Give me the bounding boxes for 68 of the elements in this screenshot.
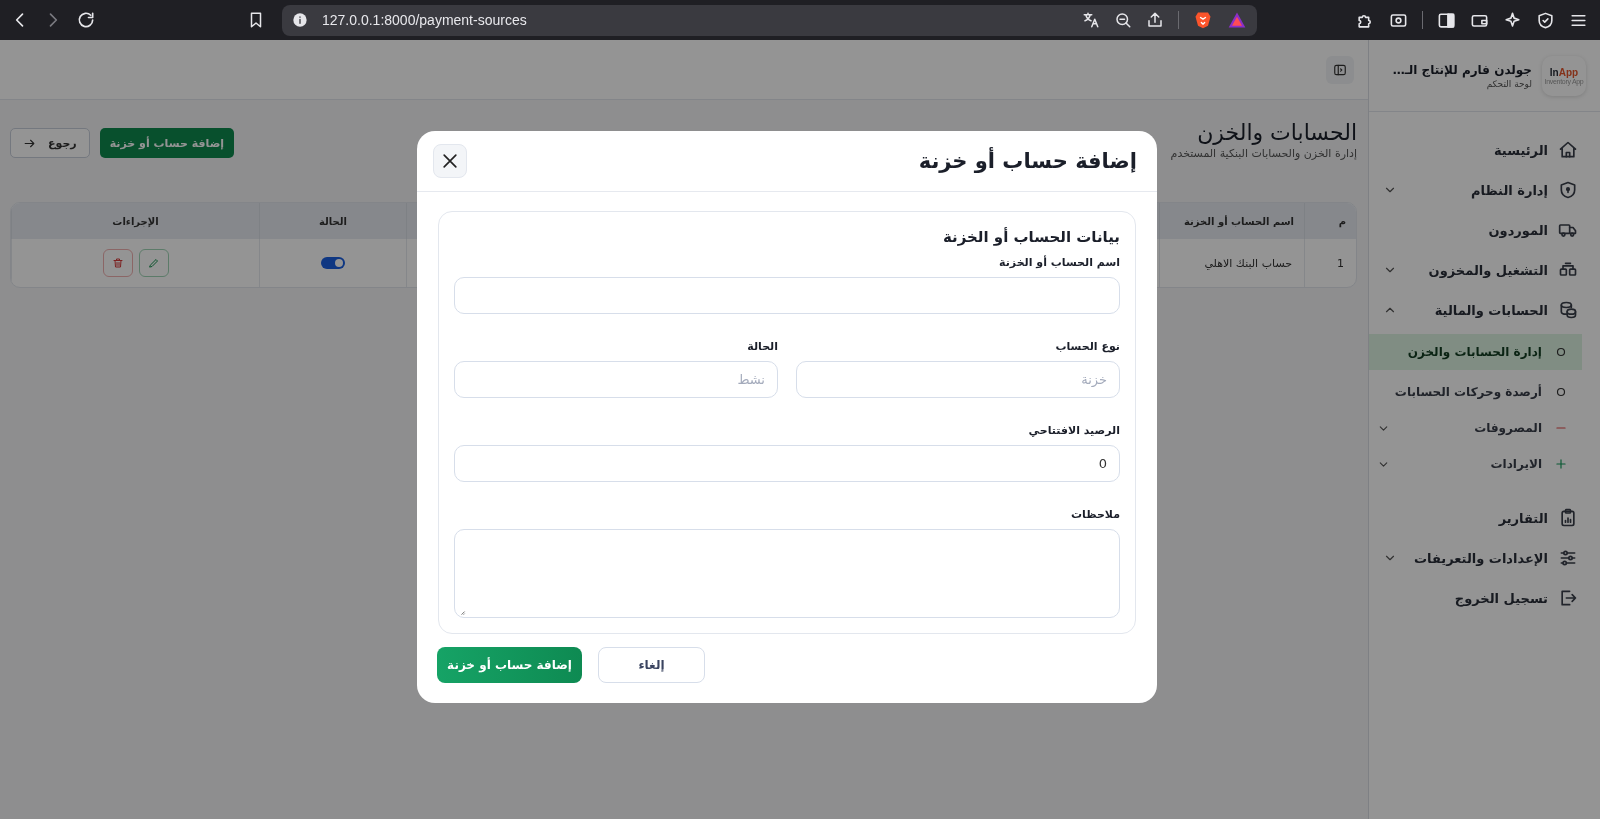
- translate-icon[interactable]: [1082, 11, 1100, 29]
- table-cell: 1: [1304, 239, 1356, 287]
- trash-icon: [111, 257, 124, 269]
- column-header: الإجراءات: [11, 203, 259, 239]
- triangle-icon[interactable]: [1227, 10, 1247, 30]
- nav-subitem[interactable]: إدارة الحسابات والخزن: [1369, 334, 1582, 370]
- circle-icon: [1554, 385, 1568, 399]
- add-account-button[interactable]: إضافة حساب أو خزنة: [99, 128, 235, 158]
- input-field[interactable]: نشط: [454, 361, 778, 398]
- circle-icon: [1554, 345, 1568, 359]
- sidebar-toggle-button[interactable]: [1326, 55, 1354, 84]
- table-cell: حساب البنك الاهلي: [1159, 239, 1304, 287]
- zoom-out-icon[interactable]: [1114, 11, 1132, 29]
- nav-item[interactable]: الحسابات والمالية: [1369, 290, 1600, 330]
- field-label: اسم الحساب أو الخزنة: [998, 256, 1120, 269]
- column-header: م: [1304, 203, 1356, 239]
- field-label: الحالة: [746, 340, 778, 353]
- nav-item[interactable]: التقارير: [1369, 498, 1600, 538]
- shield-icon[interactable]: [1536, 10, 1555, 30]
- sparkle-icon[interactable]: [1503, 10, 1522, 30]
- logo-text: App: [1558, 66, 1579, 78]
- nav-item[interactable]: تسجيل الخروج: [1369, 578, 1600, 618]
- status-toggle[interactable]: [321, 257, 345, 269]
- clipboard-icon: [1558, 508, 1578, 528]
- nav-subitem[interactable]: الايرادات: [1369, 446, 1582, 482]
- share-icon[interactable]: [1146, 11, 1164, 29]
- nav-item[interactable]: الإعدادات والتعريفات: [1369, 538, 1600, 578]
- logo-text: In: [1549, 66, 1559, 78]
- column-header: اسم الحساب أو الخزنة: [1159, 203, 1304, 239]
- back-button[interactable]: رجوع: [10, 128, 90, 158]
- notes-field[interactable]: [454, 529, 1120, 618]
- sliders-icon: [1558, 548, 1578, 568]
- field-label: ملاحظات: [1070, 508, 1120, 521]
- input-field[interactable]: [454, 277, 1120, 314]
- nav-subitem[interactable]: المصروفات: [1369, 410, 1582, 446]
- close-icon: [440, 151, 460, 171]
- sidebar-toggle-icon: [1333, 62, 1347, 77]
- page-subtitle: إدارة الخزن والحسابات البنكية المستخدم: [1170, 147, 1357, 160]
- nav-item[interactable]: إدارة النظام: [1369, 170, 1600, 210]
- info-icon: [292, 12, 308, 28]
- plus-icon: [1554, 457, 1568, 471]
- field-label: الرصيد الافتتاحي: [1027, 424, 1120, 437]
- column-header: الحالة: [259, 203, 406, 239]
- input-field[interactable]: خزنة: [796, 361, 1120, 398]
- input-field[interactable]: 0: [454, 445, 1120, 482]
- nav-subitem[interactable]: أرصدة وحركات الحسابات: [1369, 374, 1582, 410]
- dialog-title: إضافة حساب أو خزنة: [918, 149, 1137, 173]
- nav-item[interactable]: الموردون: [1369, 210, 1600, 250]
- close-button[interactable]: [433, 144, 467, 178]
- field-label: نوع الحساب: [1054, 340, 1120, 353]
- nav-item[interactable]: الرئيسية: [1369, 130, 1600, 170]
- company-name: جولدن فارم للإنتاج الـ…: [1392, 62, 1532, 77]
- page-title: الحسابات والخزن: [1196, 120, 1357, 145]
- dashboard-subtitle: لوحة التحكم: [1485, 78, 1532, 89]
- home-icon: [1558, 140, 1578, 160]
- cancel-button[interactable]: إلغاء: [598, 647, 705, 683]
- shield-icon: [1558, 180, 1578, 200]
- sidebar-panel-icon[interactable]: [1437, 10, 1456, 30]
- nav-item[interactable]: التشغيل والمخزون: [1369, 250, 1600, 290]
- submit-button[interactable]: إضافة حساب أو خزنة: [437, 647, 582, 683]
- pencil-icon: [147, 257, 160, 269]
- section-title: بيانات الحساب أو الخزنة: [941, 228, 1120, 246]
- reload-icon[interactable]: [76, 10, 96, 30]
- delete-button[interactable]: [102, 249, 133, 277]
- address-bar[interactable]: 127.0.0.1:8000/payment-sources: [282, 4, 1257, 36]
- logout-icon: [1558, 588, 1578, 608]
- coins-icon: [1558, 300, 1578, 320]
- url-text: 127.0.0.1:8000/payment-sources: [322, 12, 527, 28]
